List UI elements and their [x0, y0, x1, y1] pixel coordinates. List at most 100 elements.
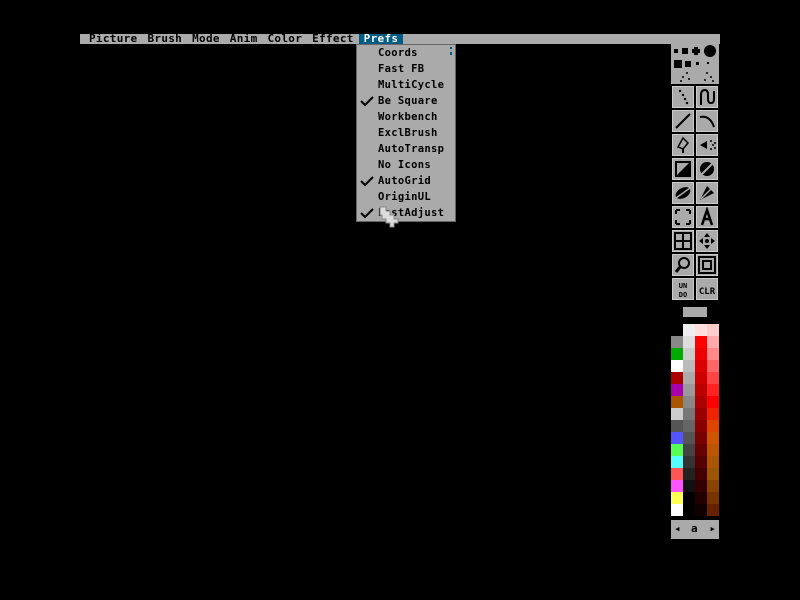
palette-swatch[interactable]	[695, 408, 707, 420]
prefs-item-originul[interactable]: OriginUL	[357, 189, 455, 205]
palette-swatch[interactable]	[683, 492, 695, 504]
palette-swatch[interactable]	[707, 480, 719, 492]
palette-swatch[interactable]	[707, 468, 719, 480]
line-tool-button[interactable]	[672, 110, 694, 132]
airbrush-tool-button[interactable]	[696, 134, 718, 156]
palette-swatch[interactable]	[695, 324, 707, 336]
palette-swatch[interactable]	[683, 408, 695, 420]
palette-swatch[interactable]	[671, 444, 683, 456]
palette-prev-button[interactable]: ◂	[674, 522, 681, 535]
palette-swatch[interactable]	[707, 396, 719, 408]
palette-swatch[interactable]	[695, 444, 707, 456]
menu-picture[interactable]: Picture	[84, 33, 142, 44]
palette-swatch[interactable]	[695, 360, 707, 372]
palette-swatch[interactable]	[683, 420, 695, 432]
prefs-item-no-icons[interactable]: No Icons	[357, 157, 455, 173]
prefs-item-autotransp[interactable]: AutoTransp	[357, 141, 455, 157]
palette-swatch[interactable]	[707, 444, 719, 456]
fill-tool-button[interactable]	[672, 134, 694, 156]
palette-swatch[interactable]	[707, 384, 719, 396]
palette-next-button[interactable]: ▸	[709, 522, 716, 535]
brush-size-palette[interactable]	[671, 44, 719, 84]
color-palette[interactable]	[671, 324, 719, 518]
circle-tool-button[interactable]	[696, 158, 718, 180]
palette-swatch[interactable]	[671, 420, 683, 432]
palette-swatch[interactable]	[671, 336, 683, 348]
palette-swatch[interactable]	[671, 492, 683, 504]
clear-tool-button[interactable]: CLR	[696, 278, 718, 300]
palette-swatch[interactable]	[671, 372, 683, 384]
palette-swatch[interactable]	[707, 408, 719, 420]
palette-swatch[interactable]	[683, 468, 695, 480]
curve-tool-button[interactable]	[696, 110, 718, 132]
palette-swatch[interactable]	[695, 372, 707, 384]
prefs-item-autogrid[interactable]: AutoGrid	[357, 173, 455, 189]
menu-color[interactable]: Color	[263, 33, 308, 44]
brush-select-tool-button[interactable]	[672, 206, 694, 228]
palette-swatch[interactable]	[707, 348, 719, 360]
palette-swatch[interactable]	[683, 444, 695, 456]
palette-swatch[interactable]	[683, 456, 695, 468]
continuous-freehand-tool-button[interactable]	[696, 86, 718, 108]
prefs-item-fastadjust[interactable]: FastAdjust	[357, 205, 455, 221]
palette-swatch[interactable]	[695, 492, 707, 504]
palette-swatch[interactable]	[707, 420, 719, 432]
menu-brush[interactable]: Brush	[142, 33, 187, 44]
symmetry-tool-button[interactable]	[696, 230, 718, 252]
rectangle-tool-button[interactable]	[672, 158, 694, 180]
palette-swatch[interactable]	[707, 456, 719, 468]
prefs-item-coords[interactable]: Coords	[357, 45, 455, 61]
palette-swatch[interactable]	[695, 456, 707, 468]
palette-swatch[interactable]	[695, 348, 707, 360]
palette-swatch[interactable]	[683, 324, 695, 336]
palette-swatch[interactable]	[683, 348, 695, 360]
palette-swatch[interactable]	[707, 432, 719, 444]
grid-tool-button[interactable]	[672, 230, 694, 252]
palette-swatch[interactable]	[695, 396, 707, 408]
polygon-tool-button[interactable]	[696, 182, 718, 204]
palette-swatch[interactable]	[707, 504, 719, 516]
dotted-freehand-tool-button[interactable]	[672, 86, 694, 108]
palette-swatch[interactable]	[695, 504, 707, 516]
palette-swatch[interactable]	[695, 468, 707, 480]
palette-swatch[interactable]	[671, 432, 683, 444]
palette-swatch[interactable]	[683, 396, 695, 408]
zoom-tool-button[interactable]	[696, 254, 718, 276]
palette-swatch[interactable]	[671, 456, 683, 468]
palette-swatch[interactable]	[671, 504, 683, 516]
palette-swatch[interactable]	[671, 468, 683, 480]
ellipse-tool-button[interactable]	[672, 182, 694, 204]
palette-swatch[interactable]	[671, 360, 683, 372]
palette-swatch[interactable]	[707, 336, 719, 348]
undo-tool-button[interactable]: UN DO	[672, 278, 694, 300]
palette-swatch[interactable]	[671, 480, 683, 492]
palette-swatch[interactable]	[671, 348, 683, 360]
magnify-tool-button[interactable]	[672, 254, 694, 276]
palette-swatch[interactable]	[695, 384, 707, 396]
palette-swatch[interactable]	[683, 480, 695, 492]
menu-anim[interactable]: Anim	[225, 33, 263, 44]
palette-swatch[interactable]	[707, 492, 719, 504]
palette-swatch[interactable]	[683, 372, 695, 384]
palette-swatch[interactable]	[707, 324, 719, 336]
prefs-item-workbench[interactable]: Workbench	[357, 109, 455, 125]
menu-effect[interactable]: Effect	[307, 33, 359, 44]
palette-swatch[interactable]	[695, 420, 707, 432]
menu-mode[interactable]: Mode	[187, 33, 225, 44]
palette-swatch[interactable]	[671, 384, 683, 396]
prefs-item-exclbrush[interactable]: ExclBrush	[357, 125, 455, 141]
prefs-item-fast-fb[interactable]: Fast FB	[357, 61, 455, 77]
palette-swatch[interactable]	[683, 504, 695, 516]
palette-swatch[interactable]	[671, 408, 683, 420]
palette-swatch[interactable]	[683, 384, 695, 396]
palette-swatch[interactable]	[671, 396, 683, 408]
palette-swatch[interactable]	[707, 360, 719, 372]
prefs-item-be-square[interactable]: Be Square	[357, 93, 455, 109]
palette-swatch[interactable]	[683, 336, 695, 348]
palette-swatch[interactable]	[695, 480, 707, 492]
menu-prefs[interactable]: Prefs	[358, 33, 404, 44]
palette-swatch[interactable]	[695, 432, 707, 444]
prefs-item-multicycle[interactable]: MultiCycle	[357, 77, 455, 93]
palette-swatch[interactable]	[695, 336, 707, 348]
text-tool-button[interactable]	[696, 206, 718, 228]
